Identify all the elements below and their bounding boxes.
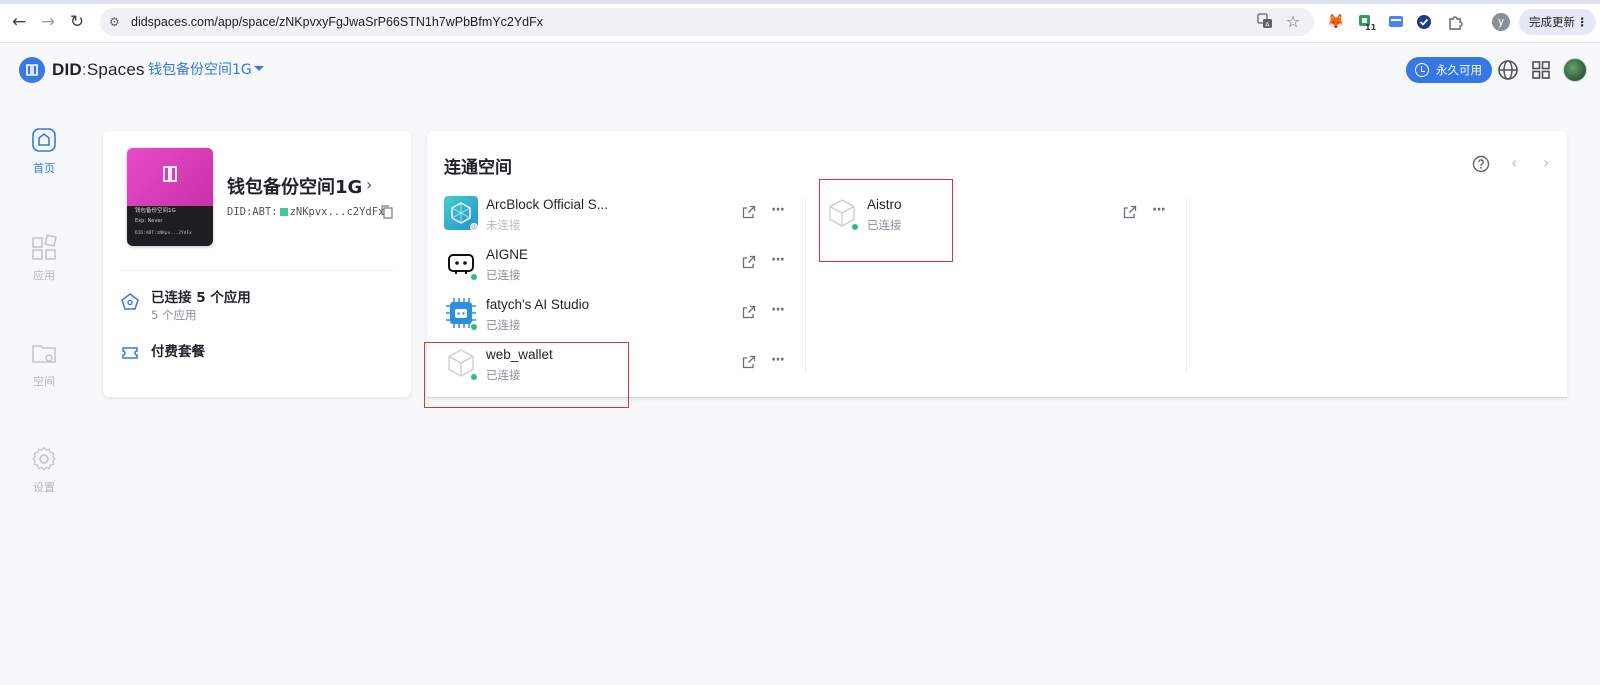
paid-plan-link[interactable]: 付费套餐 xyxy=(151,340,205,360)
external-link-icon[interactable] xyxy=(742,355,756,369)
external-link-icon[interactable] xyxy=(742,305,756,319)
bookmark-star-icon[interactable]: ☆ xyxy=(1284,13,1302,31)
brand-spaces: Spaces xyxy=(86,60,145,79)
more-options-icon[interactable]: ··· xyxy=(1152,202,1166,218)
status-dot xyxy=(470,223,478,231)
profile-avatar[interactable]: y xyxy=(1492,13,1510,31)
app-status: 已连接 xyxy=(486,318,521,332)
divider xyxy=(119,270,395,271)
pentagon-apps-icon xyxy=(121,293,139,310)
forever-available-label: 永久可用 xyxy=(1436,63,1482,77)
more-options-icon[interactable]: ··· xyxy=(771,352,785,368)
highlight-box-aistro xyxy=(819,179,953,262)
rail-label-space: 空间 xyxy=(33,375,55,388)
brand-did: DID xyxy=(52,60,82,79)
more-options-icon[interactable]: ··· xyxy=(771,252,785,268)
list-item-aigne[interactable]: AIGNE 已连接 ··· xyxy=(444,246,789,288)
gear-icon xyxy=(32,446,56,471)
browser-toolbar: ← → ↻ ⚙ didspaces.com/app/space/zNKpvxyF… xyxy=(0,0,1600,43)
space-thumbnail[interactable]: 钱包备份空间1G Exp: Never DID:ABT:zNKpv...2YdF… xyxy=(127,148,213,246)
extension-badge-count: 11 xyxy=(1365,23,1377,32)
brand-name[interactable]: DID:Spaces xyxy=(52,59,145,81)
reload-icon[interactable]: ↻ xyxy=(67,12,87,32)
metamask-extension-icon[interactable]: 🦊 xyxy=(1326,12,1346,32)
did-prefix: DID:ABT: xyxy=(227,206,278,218)
kebab-menu-icon: ⋮ xyxy=(1576,15,1589,29)
app-status: 已连接 xyxy=(486,268,521,282)
rail-item-space[interactable]: 空间 xyxy=(22,339,66,389)
column-divider xyxy=(1186,197,1187,373)
forward-icon[interactable]: → xyxy=(38,12,58,32)
user-avatar[interactable] xyxy=(1563,58,1587,82)
copy-icon[interactable] xyxy=(381,205,393,219)
space-info-card: 钱包备份空间1G Exp: Never DID:ABT:zNKpv...2YdF… xyxy=(103,131,411,397)
space-did: DID:ABT: zNKpvx...c2YdFx xyxy=(227,205,384,219)
highlight-box-web-wallet xyxy=(424,342,629,408)
rail-label-settings: 设置 xyxy=(33,481,55,494)
external-link-icon[interactable] xyxy=(742,205,756,219)
thumbnail-did: DID:ABT:zNKpv...2YdFx xyxy=(135,231,192,236)
connected-apps-title[interactable]: 已连接 5 个应用 xyxy=(151,286,251,306)
list-item-arcblock[interactable]: ArcBlock Official S... 未连接 ··· xyxy=(444,196,789,238)
did-spaces-logo-icon[interactable] xyxy=(19,57,45,83)
chevron-left-icon[interactable]: ‹ xyxy=(1511,153,1517,172)
status-dot xyxy=(470,273,478,281)
address-bar[interactable]: ⚙ didspaces.com/app/space/zNKpvxyFgJwaSr… xyxy=(100,8,1314,36)
app-name: ArcBlock Official S... xyxy=(486,197,609,212)
app-name: fatych's AI Studio xyxy=(486,297,590,312)
back-icon[interactable]: ← xyxy=(9,12,29,32)
rail-item-apps[interactable]: 应用 xyxy=(22,233,66,283)
tab-strip-edge xyxy=(0,0,1600,4)
app-status: 未连接 xyxy=(486,218,521,232)
globe-icon[interactable] xyxy=(1496,58,1520,82)
rail-item-home[interactable]: 首页 xyxy=(22,126,66,176)
status-dot xyxy=(470,323,478,331)
thumbnail-expiry: Exp: Never xyxy=(135,218,163,224)
caret-down-icon[interactable] xyxy=(254,66,264,71)
screen-extension-icon[interactable] xyxy=(1386,12,1406,32)
did-short: zNKpvx...c2YdFx xyxy=(289,206,385,218)
apps-icon xyxy=(32,234,57,260)
did-avatar-icon xyxy=(279,208,288,216)
external-link-icon[interactable] xyxy=(1123,205,1137,219)
more-options-icon[interactable]: ··· xyxy=(771,202,785,218)
finish-update-button[interactable]: 完成更新 ⋮ xyxy=(1519,9,1596,35)
forever-available-button[interactable]: 永久可用 xyxy=(1406,57,1492,83)
did-spaces-logo-icon xyxy=(163,166,177,182)
chevron-right-icon[interactable]: › xyxy=(366,175,372,194)
list-item-ai-studio[interactable]: fatych's AI Studio 已连接 ··· xyxy=(444,296,789,338)
site-info-icon[interactable]: ⚙ xyxy=(109,14,125,30)
space-selector[interactable]: 钱包备份空间1G xyxy=(148,60,252,80)
extension-badge-icon[interactable]: 11 xyxy=(1356,12,1376,32)
check-extension-icon[interactable] xyxy=(1414,12,1434,32)
home-icon xyxy=(32,128,56,152)
puzzle-extensions-icon[interactable] xyxy=(1446,12,1466,32)
external-link-icon[interactable] xyxy=(742,255,756,269)
space-thumbnail-header xyxy=(127,148,213,206)
chevron-right-icon[interactable]: › xyxy=(1543,153,1549,172)
more-options-icon[interactable]: ··· xyxy=(771,302,785,318)
space-title[interactable]: 钱包备份空间1G xyxy=(227,176,362,200)
section-title: 连通空间 xyxy=(444,158,512,178)
rail-label-apps: 应用 xyxy=(33,269,55,282)
grid-apps-icon[interactable] xyxy=(1529,58,1553,82)
folder-icon xyxy=(32,345,56,363)
clock-icon xyxy=(1415,63,1429,77)
rail-label-home: 首页 xyxy=(33,162,55,175)
column-divider xyxy=(805,197,806,373)
finish-update-label: 完成更新 xyxy=(1529,15,1575,29)
rail-item-settings[interactable]: 设置 xyxy=(22,445,66,495)
connected-apps-count: 5 个应用 xyxy=(151,308,197,322)
url-text[interactable]: didspaces.com/app/space/zNKpvxyFgJwaSrP6… xyxy=(131,8,543,36)
ticket-icon xyxy=(122,347,138,359)
thumbnail-space-name: 钱包备份空间1G xyxy=(135,208,176,214)
help-icon[interactable] xyxy=(1472,155,1490,173)
translate-icon[interactable]: A xyxy=(1256,13,1274,31)
app-name: AIGNE xyxy=(486,247,529,262)
